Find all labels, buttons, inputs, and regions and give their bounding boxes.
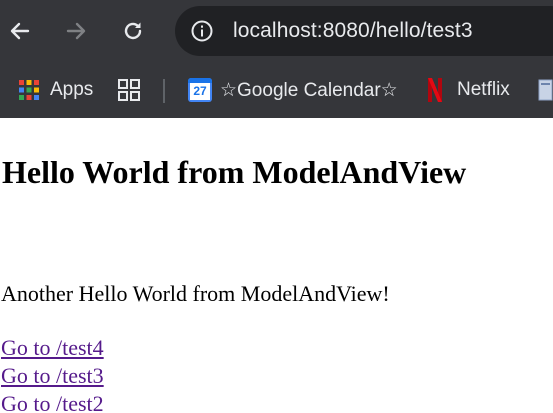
- page-title: Hello World from ModelAndView: [2, 154, 467, 190]
- bookmark-google-calendar[interactable]: 27 ☆Google Calendar☆: [188, 76, 398, 104]
- back-button[interactable]: [0, 11, 40, 51]
- tab-groups-icon: [118, 79, 140, 101]
- page-message: Another Hello World from ModelAndView!: [1, 281, 390, 306]
- bookmark-netflix[interactable]: Netflix: [427, 76, 510, 104]
- bookmark-apps-label: Apps: [50, 79, 94, 100]
- link-test4[interactable]: Go to /test4: [1, 335, 104, 361]
- bookmarks-bar: Apps 27 ☆Google Calendar☆ Netflix: [0, 62, 553, 118]
- bookmark-tab-groups[interactable]: [117, 76, 141, 104]
- bookmark-apps[interactable]: Apps: [18, 76, 93, 104]
- address-bar[interactable]: localhost:8080/hello/test3: [175, 6, 553, 56]
- back-arrow-icon: [10, 22, 30, 40]
- site-info-button[interactable]: [187, 16, 217, 46]
- forward-button[interactable]: [56, 11, 96, 51]
- bookmark-netflix-label: Netflix: [457, 79, 510, 100]
- reload-button[interactable]: [113, 11, 153, 51]
- netflix-icon: [428, 78, 442, 102]
- bookmark-partial[interactable]: [538, 76, 553, 104]
- link-test2[interactable]: Go to /test2: [1, 391, 104, 413]
- apps-grid-icon: [19, 80, 39, 100]
- link-test3[interactable]: Go to /test3: [1, 363, 104, 389]
- page-content: Hello World from ModelAndView Another He…: [0, 118, 553, 413]
- browser-toolbar: localhost:8080/hello/test3: [0, 0, 553, 62]
- info-icon: [191, 20, 213, 42]
- url-text[interactable]: localhost:8080/hello/test3: [233, 19, 473, 43]
- google-calendar-icon: 27: [188, 78, 212, 102]
- bookmarks-divider: [163, 79, 165, 103]
- document-icon: [538, 79, 553, 101]
- bookmark-calendar-label: ☆Google Calendar☆: [220, 79, 398, 101]
- reload-icon: [124, 22, 142, 40]
- forward-arrow-icon: [66, 22, 86, 40]
